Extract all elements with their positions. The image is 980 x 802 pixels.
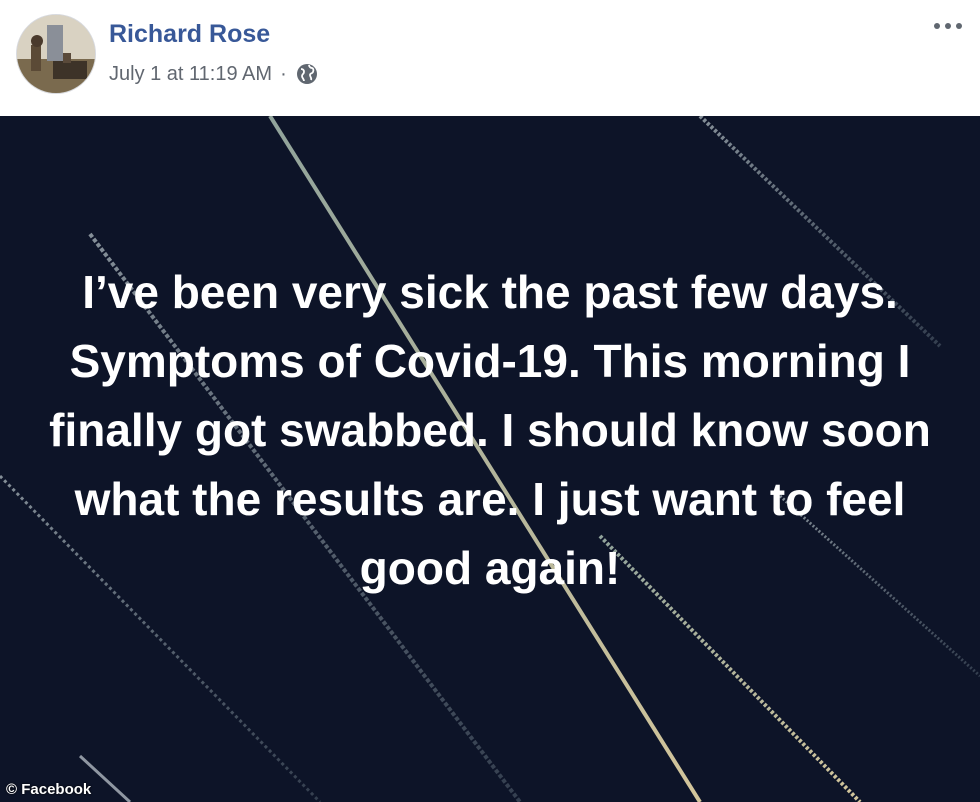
meta-separator: · [280,62,287,85]
post-header: Richard Rose July 1 at 11:19 AM · [0,0,980,116]
image-credit: © Facebook [6,781,92,798]
post-meta: July 1 at 11:19 AM · [109,62,319,86]
profile-avatar[interactable] [16,14,96,94]
status-text: I’ve been very sick the past few days. S… [49,266,931,594]
globe-icon[interactable] [295,62,319,86]
dot [934,23,940,29]
post-timestamp[interactable]: July 1 at 11:19 AM [109,63,272,86]
dot [956,23,962,29]
author-name[interactable]: Richard Rose [109,20,270,49]
more-options-icon[interactable] [934,14,962,38]
status-background-image: I’ve been very sick the past few days. S… [0,116,980,802]
dot [945,23,951,29]
